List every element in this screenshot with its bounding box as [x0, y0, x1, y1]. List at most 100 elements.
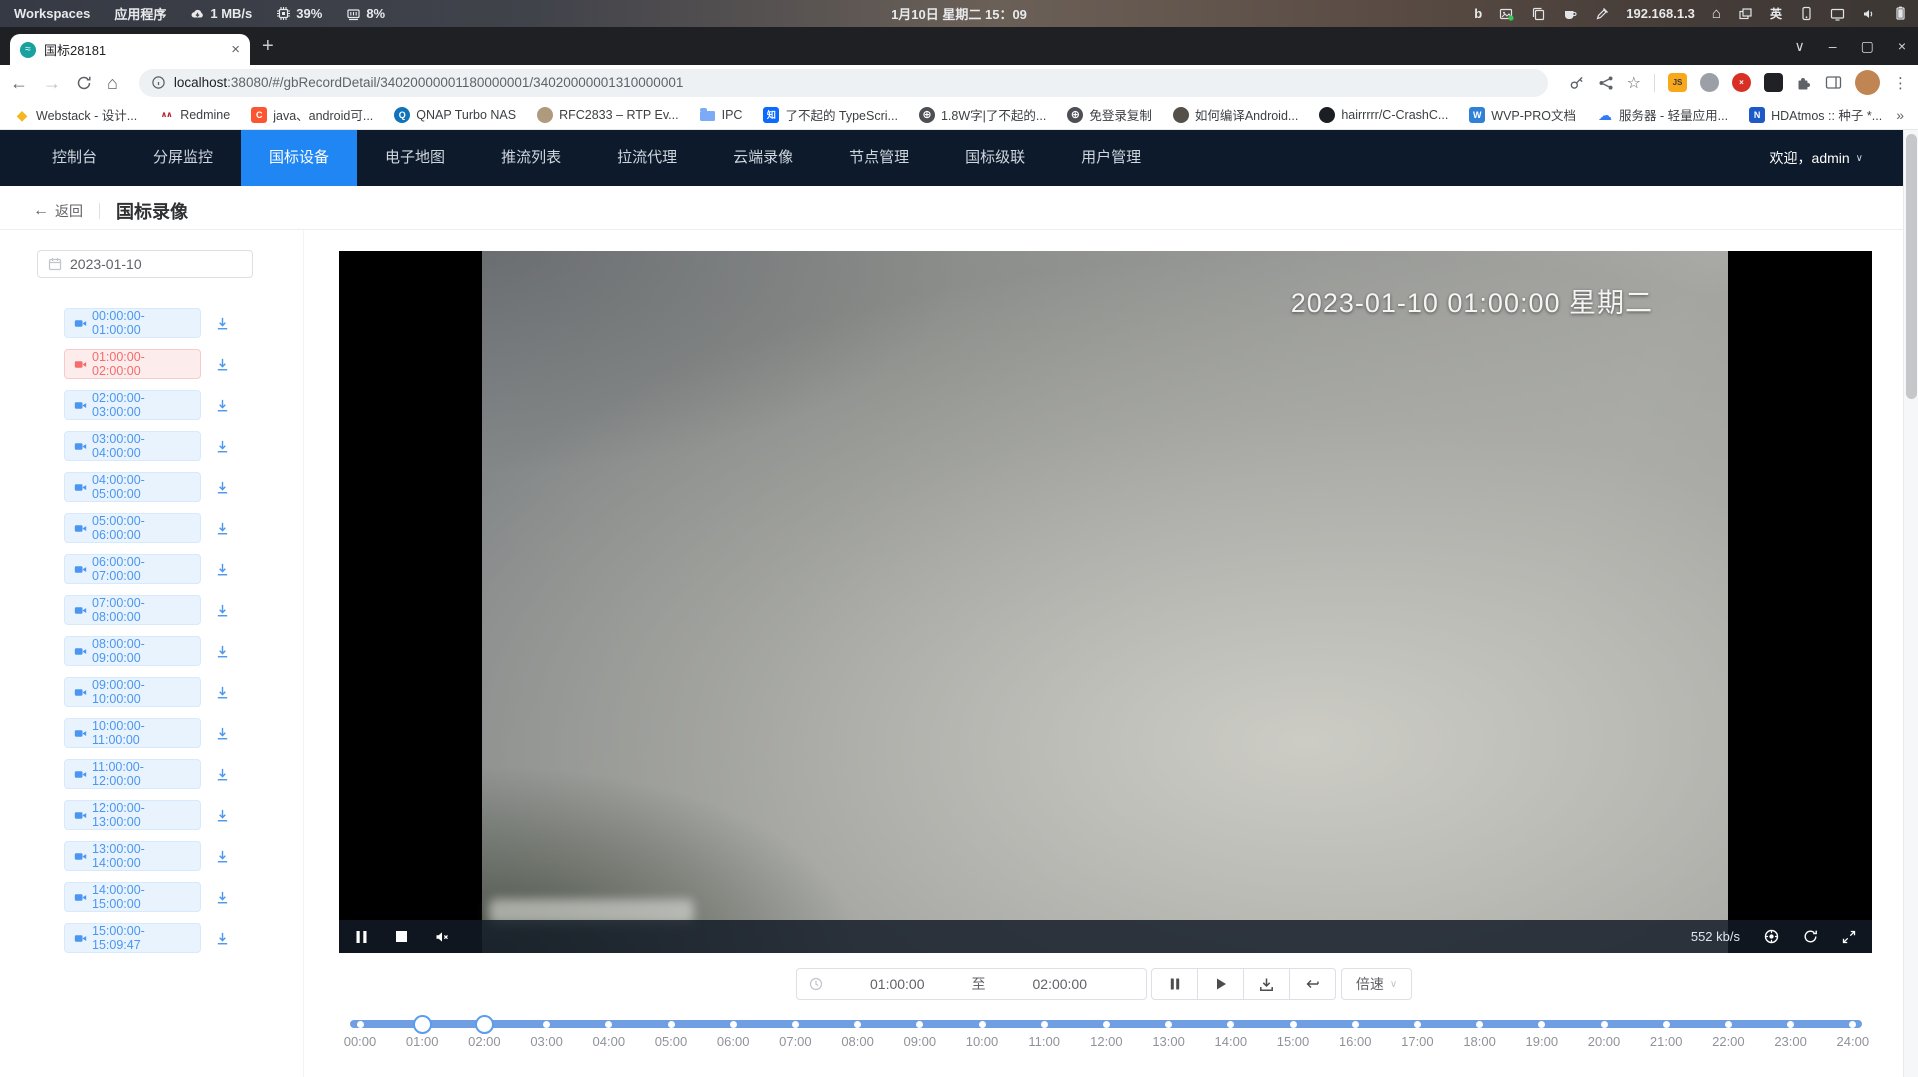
- nav-tab-7[interactable]: 节点管理: [821, 130, 937, 186]
- nav-tab-2[interactable]: 国标设备: [241, 130, 357, 186]
- volume-muted-icon[interactable]: [435, 930, 450, 944]
- nav-tab-9[interactable]: 用户管理: [1053, 130, 1169, 186]
- segment-pill[interactable]: 12:00:00-13:00:00: [64, 800, 201, 830]
- extension-red-icon[interactable]: ×: [1732, 73, 1751, 92]
- download-button[interactable]: [215, 562, 230, 577]
- url-bar[interactable]: localhost:38080/#/gbRecordDetail/3402000…: [139, 69, 1548, 97]
- segment-pill[interactable]: 04:00:00-05:00:00: [64, 472, 201, 502]
- bookmark-item[interactable]: ☁服务器 - 轻量应用...: [1597, 105, 1728, 124]
- download-button[interactable]: [215, 521, 230, 536]
- monitor-tray-icon[interactable]: [1830, 7, 1845, 21]
- forward-button[interactable]: →: [43, 74, 61, 92]
- download-button[interactable]: [215, 644, 230, 659]
- bookmark-item[interactable]: IPC: [700, 107, 743, 123]
- nav-tab-1[interactable]: 分屏监控: [125, 130, 241, 186]
- share-icon[interactable]: [1598, 75, 1614, 91]
- windows-stack-tray-icon[interactable]: [1738, 7, 1753, 21]
- home-tray-icon[interactable]: ⌂: [1712, 6, 1721, 21]
- bookmark-item[interactable]: ⊕免登录复制: [1067, 105, 1152, 124]
- nav-tab-4[interactable]: 推流列表: [473, 130, 589, 186]
- fullscreen-icon[interactable]: [1842, 930, 1856, 944]
- download-button[interactable]: [215, 685, 230, 700]
- extension-js-icon[interactable]: JS: [1668, 73, 1687, 92]
- bookmark-item[interactable]: hairrrrr/C-CrashC...: [1319, 107, 1448, 123]
- nav-tab-5[interactable]: 拉流代理: [589, 130, 705, 186]
- side-panel-icon[interactable]: [1825, 75, 1842, 90]
- segment-pill[interactable]: 09:00:00-10:00:00: [64, 677, 201, 707]
- profile-avatar[interactable]: [1855, 70, 1880, 95]
- stop-icon[interactable]: [395, 930, 408, 943]
- timeline-handle[interactable]: [413, 1015, 432, 1034]
- end-time[interactable]: 02:00:00: [986, 976, 1135, 992]
- bookmark-item[interactable]: RFC2833 – RTP Ev...: [537, 107, 679, 123]
- close-window-icon[interactable]: ×: [1898, 38, 1906, 54]
- download-button[interactable]: [215, 398, 230, 413]
- bookmark-item[interactable]: ⊕1.8W字|了不起的...: [919, 105, 1046, 124]
- segment-pill[interactable]: 11:00:00-12:00:00: [64, 759, 201, 789]
- download-button[interactable]: [215, 439, 230, 454]
- bookmark-item[interactable]: Cjava、android可...: [251, 105, 373, 124]
- download-record-button[interactable]: [1243, 968, 1290, 1000]
- input-method-indicator[interactable]: 英: [1770, 5, 1782, 22]
- memory-indicator[interactable]: 8%: [346, 6, 385, 21]
- download-button[interactable]: [215, 767, 230, 782]
- browser-tab[interactable]: ≈ 国标28181 ×: [10, 34, 250, 65]
- extensions-puzzle-icon[interactable]: [1796, 75, 1812, 91]
- bookmark-item[interactable]: QQNAP Turbo NAS: [394, 107, 516, 123]
- time-range-input[interactable]: 01:00:00 至 02:00:00: [796, 968, 1147, 1000]
- clipboard-tray-icon[interactable]: [1531, 6, 1546, 21]
- tab-close-icon[interactable]: ×: [231, 42, 240, 57]
- download-button[interactable]: [215, 849, 230, 864]
- password-key-icon[interactable]: [1569, 75, 1585, 91]
- bookmark-star-icon[interactable]: ☆: [1627, 73, 1641, 93]
- bookmark-item[interactable]: ◆Webstack - 设计...: [14, 105, 137, 124]
- download-button[interactable]: [215, 316, 230, 331]
- segment-pill[interactable]: 13:00:00-14:00:00: [64, 841, 201, 871]
- bookmark-item[interactable]: NHDAtmos :: 种子 *...: [1749, 105, 1882, 124]
- bookmark-item[interactable]: 如何编译Android...: [1173, 105, 1299, 124]
- nav-tab-3[interactable]: 电子地图: [357, 130, 473, 186]
- back-button[interactable]: ←: [10, 74, 28, 92]
- download-button[interactable]: [215, 890, 230, 905]
- bookmarks-overflow-icon[interactable]: »: [1896, 107, 1904, 123]
- site-info-icon[interactable]: [151, 75, 166, 90]
- timeline-handle[interactable]: [475, 1015, 494, 1034]
- play-button[interactable]: [1197, 968, 1244, 1000]
- download-button[interactable]: [215, 480, 230, 495]
- color-picker-tray-icon[interactable]: [1595, 7, 1609, 21]
- segment-pill[interactable]: 06:00:00-07:00:00: [64, 554, 201, 584]
- applications-menu[interactable]: 应用程序: [114, 4, 166, 23]
- nav-tab-0[interactable]: 控制台: [24, 130, 125, 186]
- video-frame[interactable]: [482, 251, 1728, 953]
- cpu-indicator[interactable]: 39%: [276, 6, 322, 21]
- segment-pill[interactable]: 10:00:00-11:00:00: [64, 718, 201, 748]
- nav-tab-6[interactable]: 云端录像: [705, 130, 821, 186]
- bookmark-item[interactable]: WWVP-PRO文档: [1469, 105, 1576, 124]
- pause-button[interactable]: [1151, 968, 1198, 1000]
- start-time[interactable]: 01:00:00: [823, 976, 972, 992]
- snapshot-icon[interactable]: [1764, 929, 1779, 944]
- segment-pill[interactable]: 15:00:00-15:09:47: [64, 923, 201, 953]
- video-player[interactable]: 2023-01-10 01:00:00 星期二 552 kb/s: [339, 251, 1872, 953]
- extension-gray-icon[interactable]: [1700, 73, 1719, 92]
- tab-search-icon[interactable]: ∨: [1795, 38, 1805, 55]
- segment-pill[interactable]: 01:00:00-02:00:00: [64, 349, 201, 379]
- pause-icon[interactable]: [355, 930, 368, 944]
- download-button[interactable]: [215, 726, 230, 741]
- back-link[interactable]: ← 返回: [33, 201, 83, 221]
- extension-dark-icon[interactable]: [1764, 73, 1783, 92]
- coffee-tray-icon[interactable]: [1563, 7, 1578, 21]
- download-button[interactable]: [215, 603, 230, 618]
- speed-button[interactable]: 倍速 ∨: [1341, 968, 1412, 1000]
- bookmark-item[interactable]: 知了不起的 TypeScri...: [763, 105, 898, 124]
- page-scrollbar[interactable]: [1903, 130, 1918, 1077]
- reload-button[interactable]: [76, 75, 92, 91]
- user-menu[interactable]: 欢迎，admin ∨: [1770, 148, 1863, 168]
- home-button[interactable]: ⌂: [107, 74, 118, 92]
- phone-tray-icon[interactable]: [1799, 6, 1813, 21]
- download-button[interactable]: [215, 808, 230, 823]
- clock-menu[interactable]: 1月10日 星期二 15：09: [891, 0, 1027, 27]
- segment-pill[interactable]: 02:00:00-03:00:00: [64, 390, 201, 420]
- new-tab-button[interactable]: +: [262, 35, 274, 58]
- tray-b-icon[interactable]: b: [1474, 6, 1482, 21]
